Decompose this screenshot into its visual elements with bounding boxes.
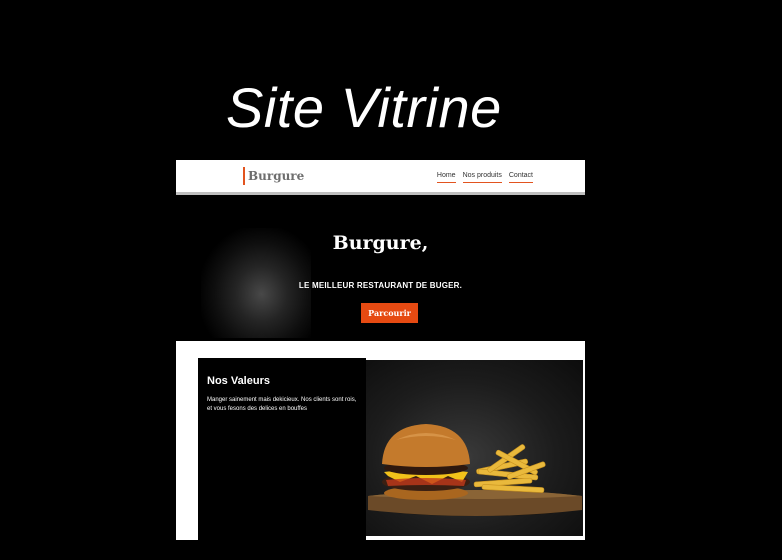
hero-section: Burgure, LE MEILLEUR RESTAURANT DE BUGER…: [176, 198, 585, 341]
burger-fries-illustration: [368, 424, 583, 516]
nav-link-products[interactable]: Nos produits: [462, 171, 502, 183]
hero-subtitle: LE MEILLEUR RESTAURANT DE BUGER.: [298, 281, 463, 290]
nav-link-home[interactable]: Home: [436, 171, 456, 183]
website-preview: Burgure Home Nos produits Contact Burgur…: [176, 160, 585, 540]
nav-link-contact[interactable]: Contact: [508, 171, 533, 183]
page-heading: Site Vitrine: [226, 76, 502, 139]
values-section: Nos Valeurs Manger sainement mais dekici…: [176, 341, 585, 540]
hero-title: Burgure,: [332, 232, 429, 254]
values-text: Manger sainement mais dekicieux. Nos cli…: [207, 397, 357, 412]
site-logo[interactable]: Burgure: [243, 167, 304, 185]
burger-photo: [366, 360, 583, 536]
values-card: Nos Valeurs Manger sainement mais dekici…: [198, 358, 366, 540]
values-title: Nos Valeurs: [207, 375, 270, 387]
browse-button[interactable]: Parcourir: [361, 303, 418, 323]
navbar: Burgure Home Nos produits Contact: [176, 160, 585, 195]
nav-links: Home Nos produits Contact: [436, 171, 533, 183]
